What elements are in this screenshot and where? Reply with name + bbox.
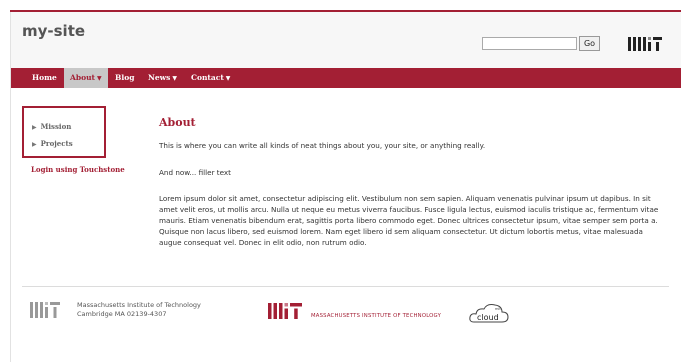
chevron-down-icon: ▼ (172, 75, 177, 82)
nav-label: Blog (115, 73, 135, 82)
nav-label: News (148, 73, 171, 82)
triangle-right-icon: ▶ (32, 141, 37, 148)
nav-news[interactable]: News ▼ (148, 68, 177, 88)
sidebar-item-label: Projects (40, 139, 73, 148)
search-input[interactable] (482, 37, 577, 50)
mit-cloud-logo-icon[interactable]: mit cloud (468, 300, 510, 326)
chevron-down-icon: ▼ (225, 75, 231, 82)
site-title[interactable]: my-site (22, 22, 85, 40)
nav-blog[interactable]: Blog (115, 68, 134, 88)
nav-about[interactable]: About ▼ (64, 68, 108, 88)
mit-logo-icon[interactable] (628, 37, 662, 51)
nav-label: Home (32, 73, 57, 82)
main-nav: Home About ▼ Blog News ▼ Contact ▼ (11, 68, 681, 88)
triangle-right-icon: ▶ (32, 124, 37, 131)
sidebar-item-label: Mission (40, 122, 72, 131)
sidebar-item-projects[interactable]: ▶ Projects (32, 139, 73, 148)
institute-name: MASSACHUSETTS INSTITUTE OF TECHNOLOGY (311, 313, 442, 319)
login-link[interactable]: Login using Touchstone (31, 165, 125, 174)
footer-address-line2: Cambridge MA 02139-4307 (77, 310, 167, 318)
mit-footer-logo-icon[interactable] (30, 302, 62, 318)
search-go-button[interactable]: Go (579, 36, 600, 51)
footer-address-line1: Massachusetts Institute of Technology (77, 301, 201, 309)
footer-address: Massachusetts Institute of Technology Ca… (77, 301, 201, 319)
nav-label: About (70, 73, 95, 82)
cloud-word: cloud (477, 313, 499, 322)
intro-paragraph: This is where you can write all kinds of… (159, 141, 486, 150)
filler-heading-paragraph: And now... filler text (159, 168, 231, 177)
nav-contact[interactable]: Contact ▼ (191, 68, 230, 88)
nav-home[interactable]: Home (32, 68, 57, 88)
chevron-down-icon: ▼ (96, 75, 102, 82)
cloud-small-label: mit (495, 307, 501, 311)
sidebar-item-mission[interactable]: ▶ Mission (32, 122, 71, 131)
mit-red-logo-icon[interactable] (268, 303, 304, 319)
footer-divider (22, 286, 669, 287)
nav-label: Contact (191, 73, 224, 82)
lorem-paragraph: Lorem ipsum dolor sit amet, consectetur … (159, 194, 659, 247)
sidebar-highlight-box (22, 106, 106, 158)
page-title: About (159, 116, 196, 129)
